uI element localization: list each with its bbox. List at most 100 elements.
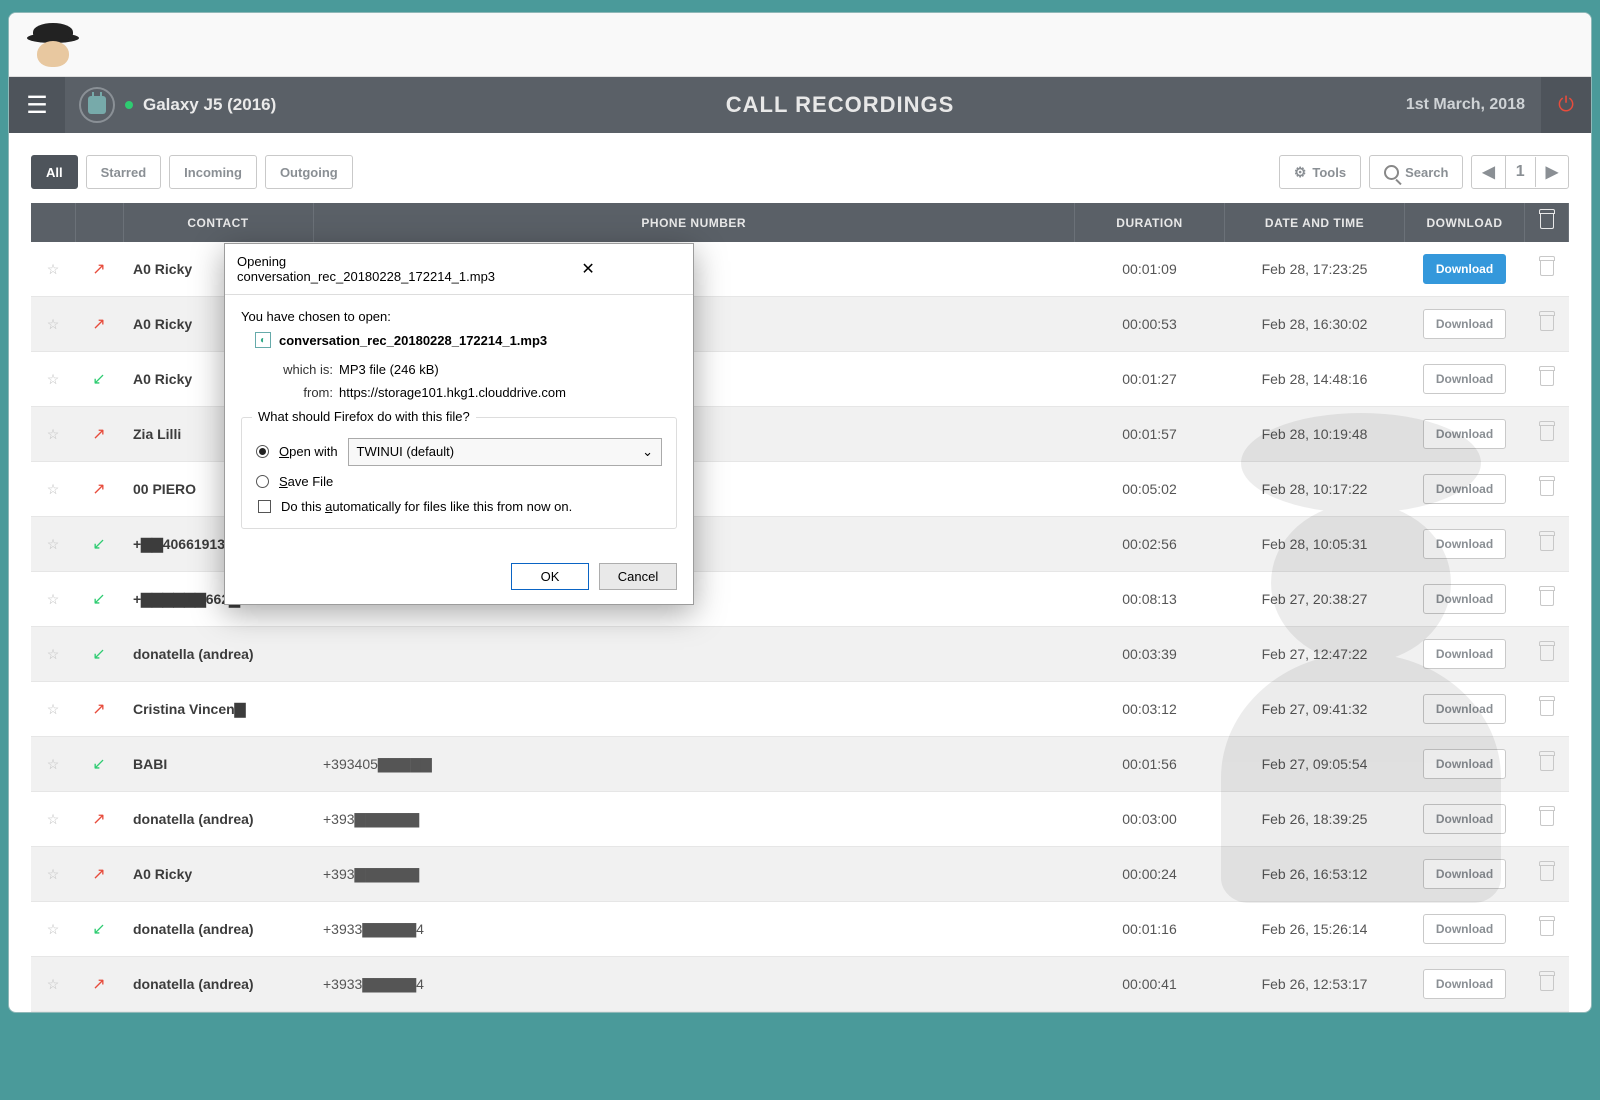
delete-button[interactable] xyxy=(1525,847,1569,902)
dialog-close-button[interactable]: ✕ xyxy=(495,257,681,281)
delete-button[interactable] xyxy=(1525,297,1569,352)
star-toggle[interactable]: ☆ xyxy=(31,407,75,462)
star-toggle[interactable]: ☆ xyxy=(31,792,75,847)
datetime-cell: Feb 27, 20:38:27 xyxy=(1225,572,1405,627)
table-row: ☆↗donatella (andrea)+393▇▇▇▇▇▇00:03:00Fe… xyxy=(31,792,1569,847)
trash-icon xyxy=(1540,425,1554,441)
star-toggle[interactable]: ☆ xyxy=(31,462,75,517)
star-toggle[interactable]: ☆ xyxy=(31,572,75,627)
star-toggle[interactable]: ☆ xyxy=(31,847,75,902)
duration-cell: 00:00:24 xyxy=(1075,847,1225,902)
download-button[interactable]: Download xyxy=(1423,474,1506,504)
online-indicator-icon xyxy=(125,101,133,109)
trash-icon xyxy=(1540,590,1554,606)
download-button[interactable]: Download xyxy=(1423,804,1506,834)
duration-cell: 00:01:56 xyxy=(1075,737,1225,792)
duration-cell: 00:02:56 xyxy=(1075,517,1225,572)
direction-icon: ↙ xyxy=(75,627,123,682)
delete-button[interactable] xyxy=(1525,627,1569,682)
delete-button[interactable] xyxy=(1525,902,1569,957)
delete-button[interactable] xyxy=(1525,737,1569,792)
ok-button[interactable]: OK xyxy=(511,563,589,590)
download-button[interactable]: Download xyxy=(1423,969,1506,999)
delete-button[interactable] xyxy=(1525,957,1569,1012)
download-button[interactable]: Download xyxy=(1423,419,1506,449)
download-button[interactable]: Download xyxy=(1423,254,1506,284)
download-button[interactable]: Download xyxy=(1423,639,1506,669)
filter-incoming[interactable]: Incoming xyxy=(169,155,257,189)
brand-bar xyxy=(9,13,1591,77)
star-toggle[interactable]: ☆ xyxy=(31,517,75,572)
direction-icon: ↗ xyxy=(75,847,123,902)
star-toggle[interactable]: ☆ xyxy=(31,352,75,407)
col-datetime: DATE AND TIME xyxy=(1225,203,1405,242)
pager-prev[interactable]: ◀ xyxy=(1472,156,1505,188)
direction-icon: ↙ xyxy=(75,517,123,572)
app-bar: ☰ Galaxy J5 (2016) CALL RECORDINGS 1st M… xyxy=(9,77,1591,133)
auto-checkbox-row[interactable]: Do this automatically for files like thi… xyxy=(258,499,662,514)
filter-starred[interactable]: Starred xyxy=(86,155,162,189)
delete-button[interactable] xyxy=(1525,462,1569,517)
delete-button[interactable] xyxy=(1525,517,1569,572)
filter-toolbar: All Starred Incoming Outgoing ⚙Tools Sea… xyxy=(31,155,1569,189)
power-button[interactable]: ⏻ xyxy=(1541,77,1591,133)
trash-icon xyxy=(1540,810,1554,826)
delete-button[interactable] xyxy=(1525,242,1569,297)
phone-cell: +3933▇▇▇▇▇4 xyxy=(313,957,1075,1012)
search-label: Search xyxy=(1405,165,1448,180)
star-toggle[interactable]: ☆ xyxy=(31,297,75,352)
download-button[interactable]: Download xyxy=(1423,859,1506,889)
table-row: ☆↙BABI+393405▇▇▇▇▇00:01:56Feb 27, 09:05:… xyxy=(31,737,1569,792)
open-with-option[interactable]: Open with TWINUI (default) ⌄ xyxy=(256,438,662,466)
open-with-select[interactable]: TWINUI (default) ⌄ xyxy=(348,438,662,466)
pager-next[interactable]: ▶ xyxy=(1536,156,1568,188)
download-button[interactable]: Download xyxy=(1423,584,1506,614)
col-contact: CONTACT xyxy=(123,203,313,242)
which-is-label: which is: xyxy=(277,358,333,381)
contact-cell: donatella (andrea) xyxy=(123,957,313,1012)
datetime-cell: Feb 28, 16:30:02 xyxy=(1225,297,1405,352)
star-toggle[interactable]: ☆ xyxy=(31,682,75,737)
search-button[interactable]: Search xyxy=(1369,155,1463,189)
star-toggle[interactable]: ☆ xyxy=(31,242,75,297)
trash-icon xyxy=(1540,700,1554,716)
filter-outgoing[interactable]: Outgoing xyxy=(265,155,353,189)
duration-cell: 00:03:39 xyxy=(1075,627,1225,682)
download-button[interactable]: Download xyxy=(1423,529,1506,559)
page-title: CALL RECORDINGS xyxy=(290,92,1390,118)
download-button[interactable]: Download xyxy=(1423,749,1506,779)
download-button[interactable]: Download xyxy=(1423,694,1506,724)
delete-button[interactable] xyxy=(1525,682,1569,737)
pager-current[interactable]: 1 xyxy=(1506,157,1536,187)
tools-button[interactable]: ⚙Tools xyxy=(1279,155,1361,189)
menu-button[interactable]: ☰ xyxy=(9,77,65,133)
save-file-option[interactable]: Save File xyxy=(256,474,662,489)
datetime-cell: Feb 28, 17:23:25 xyxy=(1225,242,1405,297)
delete-button[interactable] xyxy=(1525,572,1569,627)
download-button[interactable]: Download xyxy=(1423,309,1506,339)
phone-cell: +393405▇▇▇▇▇ xyxy=(313,737,1075,792)
open-with-value: TWINUI (default) xyxy=(357,444,455,459)
delete-button[interactable] xyxy=(1525,792,1569,847)
main-content: All Starred Incoming Outgoing ⚙Tools Sea… xyxy=(9,133,1591,1012)
star-toggle[interactable]: ☆ xyxy=(31,737,75,792)
star-toggle[interactable]: ☆ xyxy=(31,902,75,957)
star-toggle[interactable]: ☆ xyxy=(31,957,75,1012)
download-button[interactable]: Download xyxy=(1423,914,1506,944)
trash-icon xyxy=(1540,755,1554,771)
star-toggle[interactable]: ☆ xyxy=(31,627,75,682)
device-selector[interactable]: Galaxy J5 (2016) xyxy=(65,87,290,123)
direction-icon: ↗ xyxy=(75,407,123,462)
duration-cell: 00:03:12 xyxy=(1075,682,1225,737)
delete-button[interactable] xyxy=(1525,407,1569,462)
download-dialog: Opening conversation_rec_20180228_172214… xyxy=(224,243,694,605)
cancel-button[interactable]: Cancel xyxy=(599,563,677,590)
action-fieldset: What should Firefox do with this file? O… xyxy=(241,417,677,529)
direction-icon: ↗ xyxy=(75,297,123,352)
delete-button[interactable] xyxy=(1525,352,1569,407)
download-button[interactable]: Download xyxy=(1423,364,1506,394)
datetime-cell: Feb 26, 18:39:25 xyxy=(1225,792,1405,847)
filter-all[interactable]: All xyxy=(31,155,78,189)
phone-cell: +393▇▇▇▇▇▇ xyxy=(313,847,1075,902)
header-date: 1st March, 2018 xyxy=(1390,96,1541,114)
